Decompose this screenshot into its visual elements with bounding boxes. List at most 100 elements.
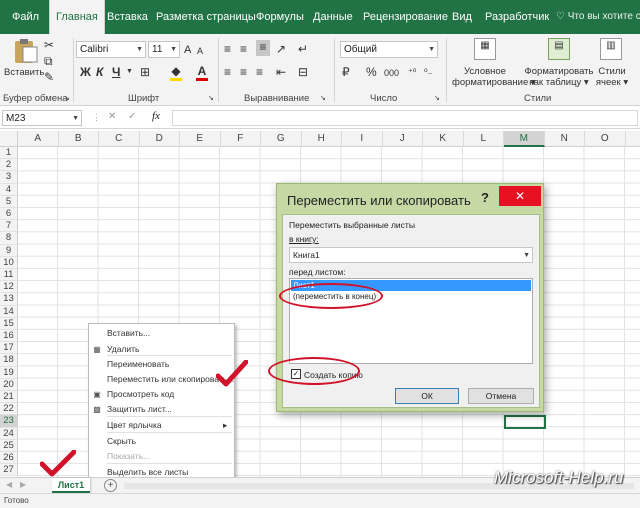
format-painter-icon[interactable]: ✎ (44, 70, 54, 84)
context-menu-item[interactable]: Выделить все листы (107, 467, 188, 477)
row-header-4[interactable]: 4 (0, 183, 18, 196)
row-header-20[interactable]: 20 (0, 378, 18, 391)
tab-file[interactable]: Файл (12, 0, 39, 34)
sheet-tab-list1[interactable]: Лист1 (52, 478, 90, 493)
chevron-down-icon[interactable]: ▼ (126, 65, 133, 79)
row-header-17[interactable]: 17 (0, 342, 18, 355)
copy-icon[interactable]: ⧉ (44, 54, 53, 68)
help-button[interactable]: ? (481, 190, 489, 205)
thousands-separator-button[interactable]: 000 (384, 66, 399, 80)
row-header-6[interactable]: 6 (0, 208, 18, 221)
conditional-formatting-button[interactable]: Условное форматирование ▾ (452, 66, 536, 88)
cut-icon[interactable]: ✂ (44, 38, 54, 52)
context-menu-item[interactable]: Переименовать (107, 359, 169, 369)
align-top-icon[interactable]: ≡ (224, 42, 231, 56)
row-header-10[interactable]: 10 (0, 256, 18, 269)
tab-formulas[interactable]: Формулы (256, 0, 304, 34)
currency-icon[interactable]: ₽ (342, 65, 350, 79)
column-header-d[interactable]: D (140, 131, 180, 147)
conditional-formatting-icon[interactable]: ▦ (474, 38, 496, 60)
column-header-k[interactable]: K (423, 131, 464, 147)
tab-page-layout[interactable]: Разметка страницы (156, 0, 256, 34)
row-header-14[interactable]: 14 (0, 305, 18, 318)
column-header-g[interactable]: G (261, 131, 302, 147)
dialog-launcher-icon[interactable]: ↘ (64, 92, 70, 106)
context-menu-item[interactable]: Удалить (107, 344, 139, 354)
grow-font-button[interactable]: A (184, 43, 191, 57)
row-header-13[interactable]: 13 (0, 293, 18, 306)
row-header-24[interactable]: 24 (0, 427, 18, 440)
select-all-corner[interactable] (0, 131, 18, 147)
close-button[interactable]: ✕ (499, 186, 541, 206)
ok-button[interactable]: ОК (395, 388, 459, 404)
column-header-b[interactable]: B (59, 131, 99, 147)
italic-button[interactable]: К (96, 65, 103, 79)
cell-styles-icon[interactable]: ▥ (600, 38, 622, 60)
tab-home[interactable]: Главная (49, 0, 105, 36)
row-header-26[interactable]: 26 (0, 452, 18, 465)
dialog-launcher-icon[interactable]: ↘ (434, 92, 440, 106)
font-size-select[interactable]: 11 ▼ (148, 41, 180, 58)
percent-button[interactable]: % (366, 65, 377, 79)
column-header-m[interactable]: M (504, 131, 545, 147)
font-name-select[interactable]: Calibri ▼ (76, 41, 146, 58)
cancel-icon[interactable]: ✕ (108, 111, 116, 122)
align-middle-icon[interactable]: ≡ (240, 42, 247, 56)
formula-input[interactable] (172, 110, 638, 126)
row-header-16[interactable]: 16 (0, 330, 18, 343)
dialog-launcher-icon[interactable]: ↘ (320, 92, 326, 106)
indent-icon[interactable]: ⇤ (276, 65, 286, 79)
enter-icon[interactable]: ✓ (128, 111, 136, 122)
column-header-h[interactable]: H (302, 131, 342, 147)
active-cell-m23[interactable] (504, 415, 546, 429)
align-center-icon[interactable]: ≡ (240, 65, 247, 79)
shrink-font-button[interactable]: A (197, 44, 203, 58)
context-menu-item[interactable]: Просмотреть код (107, 389, 174, 399)
context-menu-item[interactable]: Цвет ярлычка (107, 420, 162, 430)
row-header-3[interactable]: 3 (0, 171, 18, 184)
tab-developer[interactable]: Разработчик (485, 0, 549, 34)
prev-sheet-icon[interactable]: ◀ (6, 480, 12, 489)
cell-styles-button[interactable]: Стили ячеек ▾ (592, 66, 632, 88)
borders-icon[interactable]: ⊞ (140, 65, 150, 79)
tab-data[interactable]: Данные (313, 0, 353, 34)
context-menu-item[interactable]: Скрыть (107, 436, 136, 446)
number-format-select[interactable]: Общий ▼ (340, 41, 438, 58)
row-header-27[interactable]: 27 (0, 464, 18, 477)
font-color-button[interactable]: A (196, 64, 208, 81)
column-header-n[interactable]: N (545, 131, 585, 147)
fill-color-icon[interactable]: ◆ (170, 64, 182, 81)
row-header-1[interactable]: 1 (0, 147, 18, 160)
row-header-23[interactable]: 23 (0, 415, 18, 428)
row-header-22[interactable]: 22 (0, 403, 18, 416)
merge-center-icon[interactable]: ⊟ (298, 65, 308, 79)
align-right-icon[interactable]: ≡ (256, 65, 263, 79)
name-box[interactable]: M23 ▼ (2, 110, 82, 126)
column-header-i[interactable]: I (342, 131, 383, 147)
bold-button[interactable]: Ж (80, 65, 91, 79)
row-header-2[interactable]: 2 (0, 159, 18, 172)
next-sheet-icon[interactable]: ▶ (20, 480, 26, 489)
row-header-21[interactable]: 21 (0, 391, 18, 404)
tell-me-search[interactable]: ♡ Что вы хотите сде (556, 0, 640, 34)
row-header-7[interactable]: 7 (0, 220, 18, 233)
dialog-launcher-icon[interactable]: ↘ (208, 92, 214, 106)
column-header-l[interactable]: L (464, 131, 504, 147)
row-header-9[interactable]: 9 (0, 244, 18, 257)
column-header-f[interactable]: F (221, 131, 261, 147)
tab-view[interactable]: Вид (452, 0, 472, 34)
format-as-table-button[interactable]: Форматировать как таблицу ▾ (524, 66, 594, 88)
row-header-12[interactable]: 12 (0, 281, 18, 294)
context-menu-item[interactable]: Защитить лист... (107, 404, 172, 414)
row-header-11[interactable]: 11 (0, 269, 18, 282)
row-header-25[interactable]: 25 (0, 439, 18, 452)
tab-review[interactable]: Рецензирование (363, 0, 448, 34)
cancel-button[interactable]: Отмена (468, 388, 534, 404)
row-header-5[interactable]: 5 (0, 195, 18, 208)
format-as-table-icon[interactable]: ▤ (548, 38, 570, 60)
row-header-19[interactable]: 19 (0, 366, 18, 379)
underline-button[interactable]: Ч (112, 65, 120, 79)
paste-button[interactable] (10, 38, 40, 64)
wrap-text-icon[interactable]: ↵ (298, 42, 308, 56)
align-bottom-icon[interactable]: ≡ (256, 40, 270, 56)
